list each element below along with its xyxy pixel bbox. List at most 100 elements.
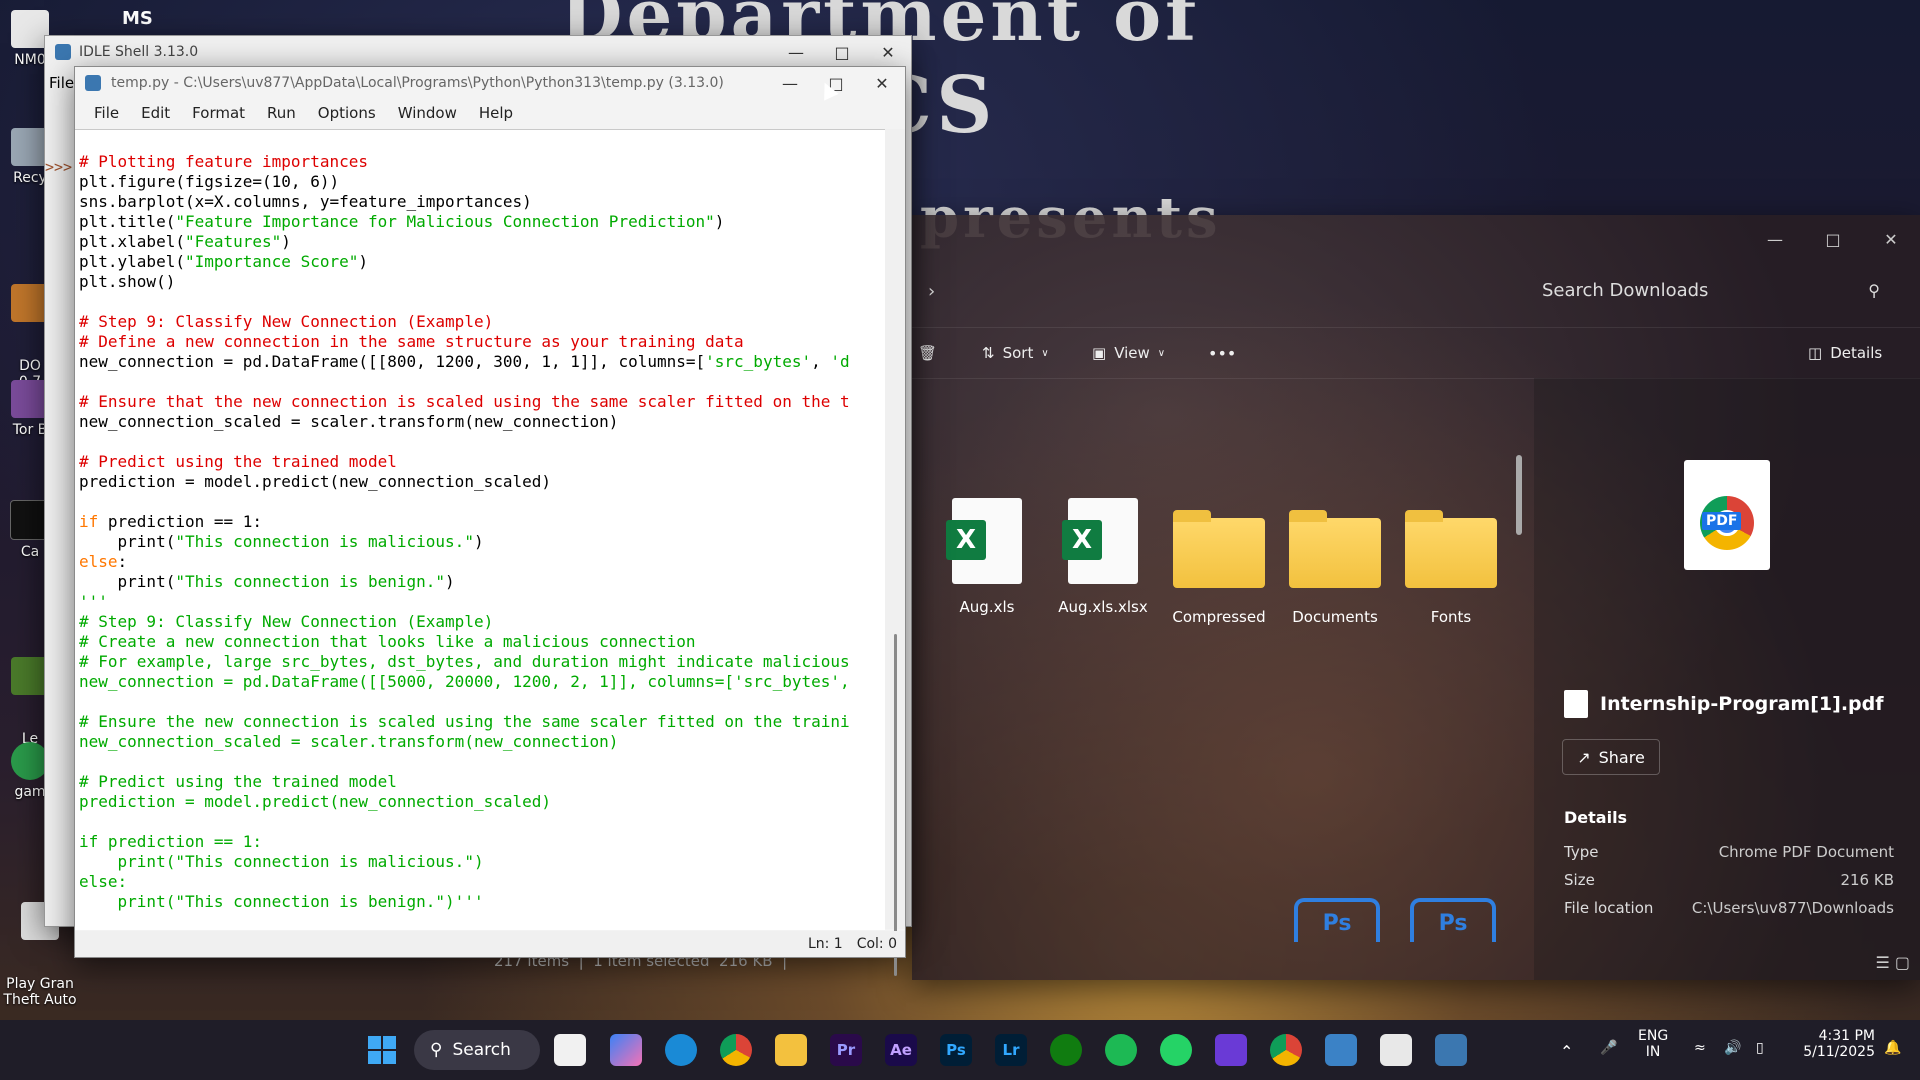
code-line[interactable]: if prediction == 1: (79, 832, 885, 852)
photoshop-icon[interactable]: Ps (940, 1034, 972, 1066)
share-button[interactable]: ↗ Share (1562, 739, 1660, 775)
editor-titlebar[interactable]: temp.py - C:\Users\uv877\AppData\Local\P… (75, 67, 905, 99)
code-line[interactable]: new_connection = pd.DataFrame([[800, 120… (79, 352, 885, 372)
photoshop-file-icon[interactable]: Ps (1294, 898, 1380, 942)
code-line[interactable]: else: (79, 872, 885, 892)
folder-item[interactable]: Fonts (1396, 510, 1506, 626)
ms-icon[interactable]: MS (122, 8, 153, 29)
code-line[interactable]: plt.title("Feature Importance for Malici… (79, 212, 885, 232)
code-line[interactable] (79, 692, 885, 712)
code-line[interactable] (79, 752, 885, 772)
code-line[interactable]: # Ensure the new connection is scaled us… (79, 712, 885, 732)
file-explorer-icon[interactable] (775, 1034, 807, 1066)
code-line[interactable]: if prediction == 1: (79, 512, 885, 532)
close-button[interactable]: ✕ (1862, 223, 1920, 255)
folder-item[interactable]: Documents (1280, 510, 1390, 626)
scrollbar-thumb[interactable] (894, 634, 897, 976)
code-line[interactable]: plt.show() (79, 272, 885, 292)
chrome-profile-icon[interactable] (1270, 1034, 1302, 1066)
xbox-icon[interactable] (1050, 1034, 1082, 1066)
after-effects-icon[interactable]: Ae (885, 1034, 917, 1066)
code-line[interactable]: # Step 9: Classify New Connection (Examp… (79, 612, 885, 632)
code-line[interactable]: # Predict using the trained model (79, 772, 885, 792)
language-indicator[interactable]: ENG IN (1638, 1028, 1668, 1060)
code-line[interactable]: prediction = model.predict(new_connectio… (79, 792, 885, 812)
close-button[interactable]: ✕ (865, 36, 911, 68)
clock[interactable]: 4:31 PM 5/11/2025 (1795, 1028, 1875, 1060)
code-line[interactable]: plt.xlabel("Features") (79, 232, 885, 252)
discord-icon[interactable] (1215, 1034, 1247, 1066)
code-line[interactable]: prediction = model.predict(new_connectio… (79, 472, 885, 492)
code-editor[interactable]: # Plotting feature importances plt.figure… (75, 129, 885, 930)
code-line[interactable] (79, 432, 885, 452)
shell-titlebar[interactable]: IDLE Shell 3.13.0 — □ ✕ (45, 36, 911, 68)
python-idle-icon[interactable] (1435, 1034, 1467, 1066)
code-text[interactable]: # Plotting feature importances plt.figure… (75, 130, 885, 912)
wifi-icon[interactable]: ≈ (1694, 1040, 1706, 1056)
file-item[interactable]: X Aug.xls.xlsx (1048, 498, 1158, 616)
scrollbar-thumb[interactable] (1516, 455, 1522, 535)
view-button[interactable]: ▣ View ∨ (1092, 344, 1165, 362)
code-line[interactable]: sns.barplot(x=X.columns, y=feature_impor… (79, 192, 885, 212)
code-line[interactable]: plt.figure(figsize=(10, 6)) (79, 172, 885, 192)
code-line[interactable]: plt.ylabel("Importance Score") (79, 252, 885, 272)
ms-store-icon[interactable] (554, 1034, 586, 1066)
editor-scrollbar[interactable] (885, 129, 905, 976)
code-line[interactable]: new_connection = pd.DataFrame([[5000, 20… (79, 672, 885, 692)
code-line[interactable] (79, 292, 885, 312)
code-line[interactable]: new_connection_scaled = scaler.transform… (79, 412, 885, 432)
more-options-button[interactable]: ••• (1208, 344, 1236, 363)
taskbar-search[interactable]: ⚲ Search (414, 1030, 540, 1070)
menu-run[interactable]: Run (267, 104, 296, 122)
sort-button[interactable]: ⇅ Sort ∨ (982, 344, 1049, 362)
code-line[interactable]: # Create a new connection that looks lik… (79, 632, 885, 652)
minimize-button[interactable]: — (773, 36, 819, 68)
menu-format[interactable]: Format (192, 104, 245, 122)
menu-file[interactable]: File (94, 104, 119, 122)
code-line[interactable]: # For example, large src_bytes, dst_byte… (79, 652, 885, 672)
menu-window[interactable]: Window (398, 104, 457, 122)
shell-menu-file[interactable]: File (49, 74, 74, 92)
chevron-right-icon[interactable]: › (928, 281, 935, 302)
maximize-button[interactable]: □ (819, 36, 865, 68)
close-button[interactable]: ✕ (859, 67, 905, 99)
search-input[interactable]: Search Downloads (1542, 275, 1822, 305)
battery-icon[interactable]: ▯ (1756, 1040, 1764, 1056)
notification-bell-icon[interactable]: 🔔 (1884, 1040, 1901, 1056)
whatsapp-icon[interactable] (1160, 1034, 1192, 1066)
start-button[interactable] (366, 1034, 398, 1066)
code-line[interactable] (79, 372, 885, 392)
volume-icon[interactable]: 🔊 (1724, 1040, 1741, 1056)
search-icon[interactable]: ⚲ (1868, 281, 1880, 300)
code-line[interactable]: ''' (79, 592, 885, 612)
code-line[interactable]: # Plotting feature importances (79, 152, 885, 172)
chrome-icon[interactable] (720, 1034, 752, 1066)
code-line[interactable]: new_connection_scaled = scaler.transform… (79, 732, 885, 752)
code-line[interactable]: print("This connection is benign.")''' (79, 892, 885, 912)
copilot-icon[interactable] (610, 1034, 642, 1066)
menu-help[interactable]: Help (479, 104, 513, 122)
menu-edit[interactable]: Edit (141, 104, 170, 122)
code-line[interactable] (79, 492, 885, 512)
lightroom-icon[interactable]: Lr (995, 1034, 1027, 1066)
code-line[interactable]: # Predict using the trained model (79, 452, 885, 472)
view-toggle-icons[interactable]: ☰ ▢ (1875, 953, 1910, 972)
premiere-icon[interactable]: Pr (830, 1034, 862, 1066)
code-line[interactable] (79, 812, 885, 832)
details-pane-button[interactable]: ◫ Details (1808, 344, 1882, 362)
folder-item[interactable]: Compressed (1164, 510, 1274, 626)
code-line[interactable]: # Define a new connection in the same st… (79, 332, 885, 352)
code-line[interactable]: # Ensure that the new connection is scal… (79, 392, 885, 412)
code-line[interactable]: print("This connection is malicious.") (79, 532, 885, 552)
spotify-icon[interactable] (1105, 1034, 1137, 1066)
notepad-icon[interactable] (1380, 1034, 1412, 1066)
code-line[interactable]: print("This connection is benign.") (79, 572, 885, 592)
microphone-icon[interactable]: 🎤 (1600, 1040, 1617, 1056)
maximize-button[interactable]: □ (1804, 223, 1862, 255)
code-line[interactable]: print("This connection is malicious.") (79, 852, 885, 872)
edge-icon[interactable] (665, 1034, 697, 1066)
delete-button[interactable]: 🗑 (918, 344, 937, 362)
remote-desktop-icon[interactable] (1325, 1034, 1357, 1066)
file-item[interactable]: X Aug.xls (932, 498, 1042, 616)
chevron-up-icon[interactable]: ⌃ (1560, 1042, 1573, 1061)
